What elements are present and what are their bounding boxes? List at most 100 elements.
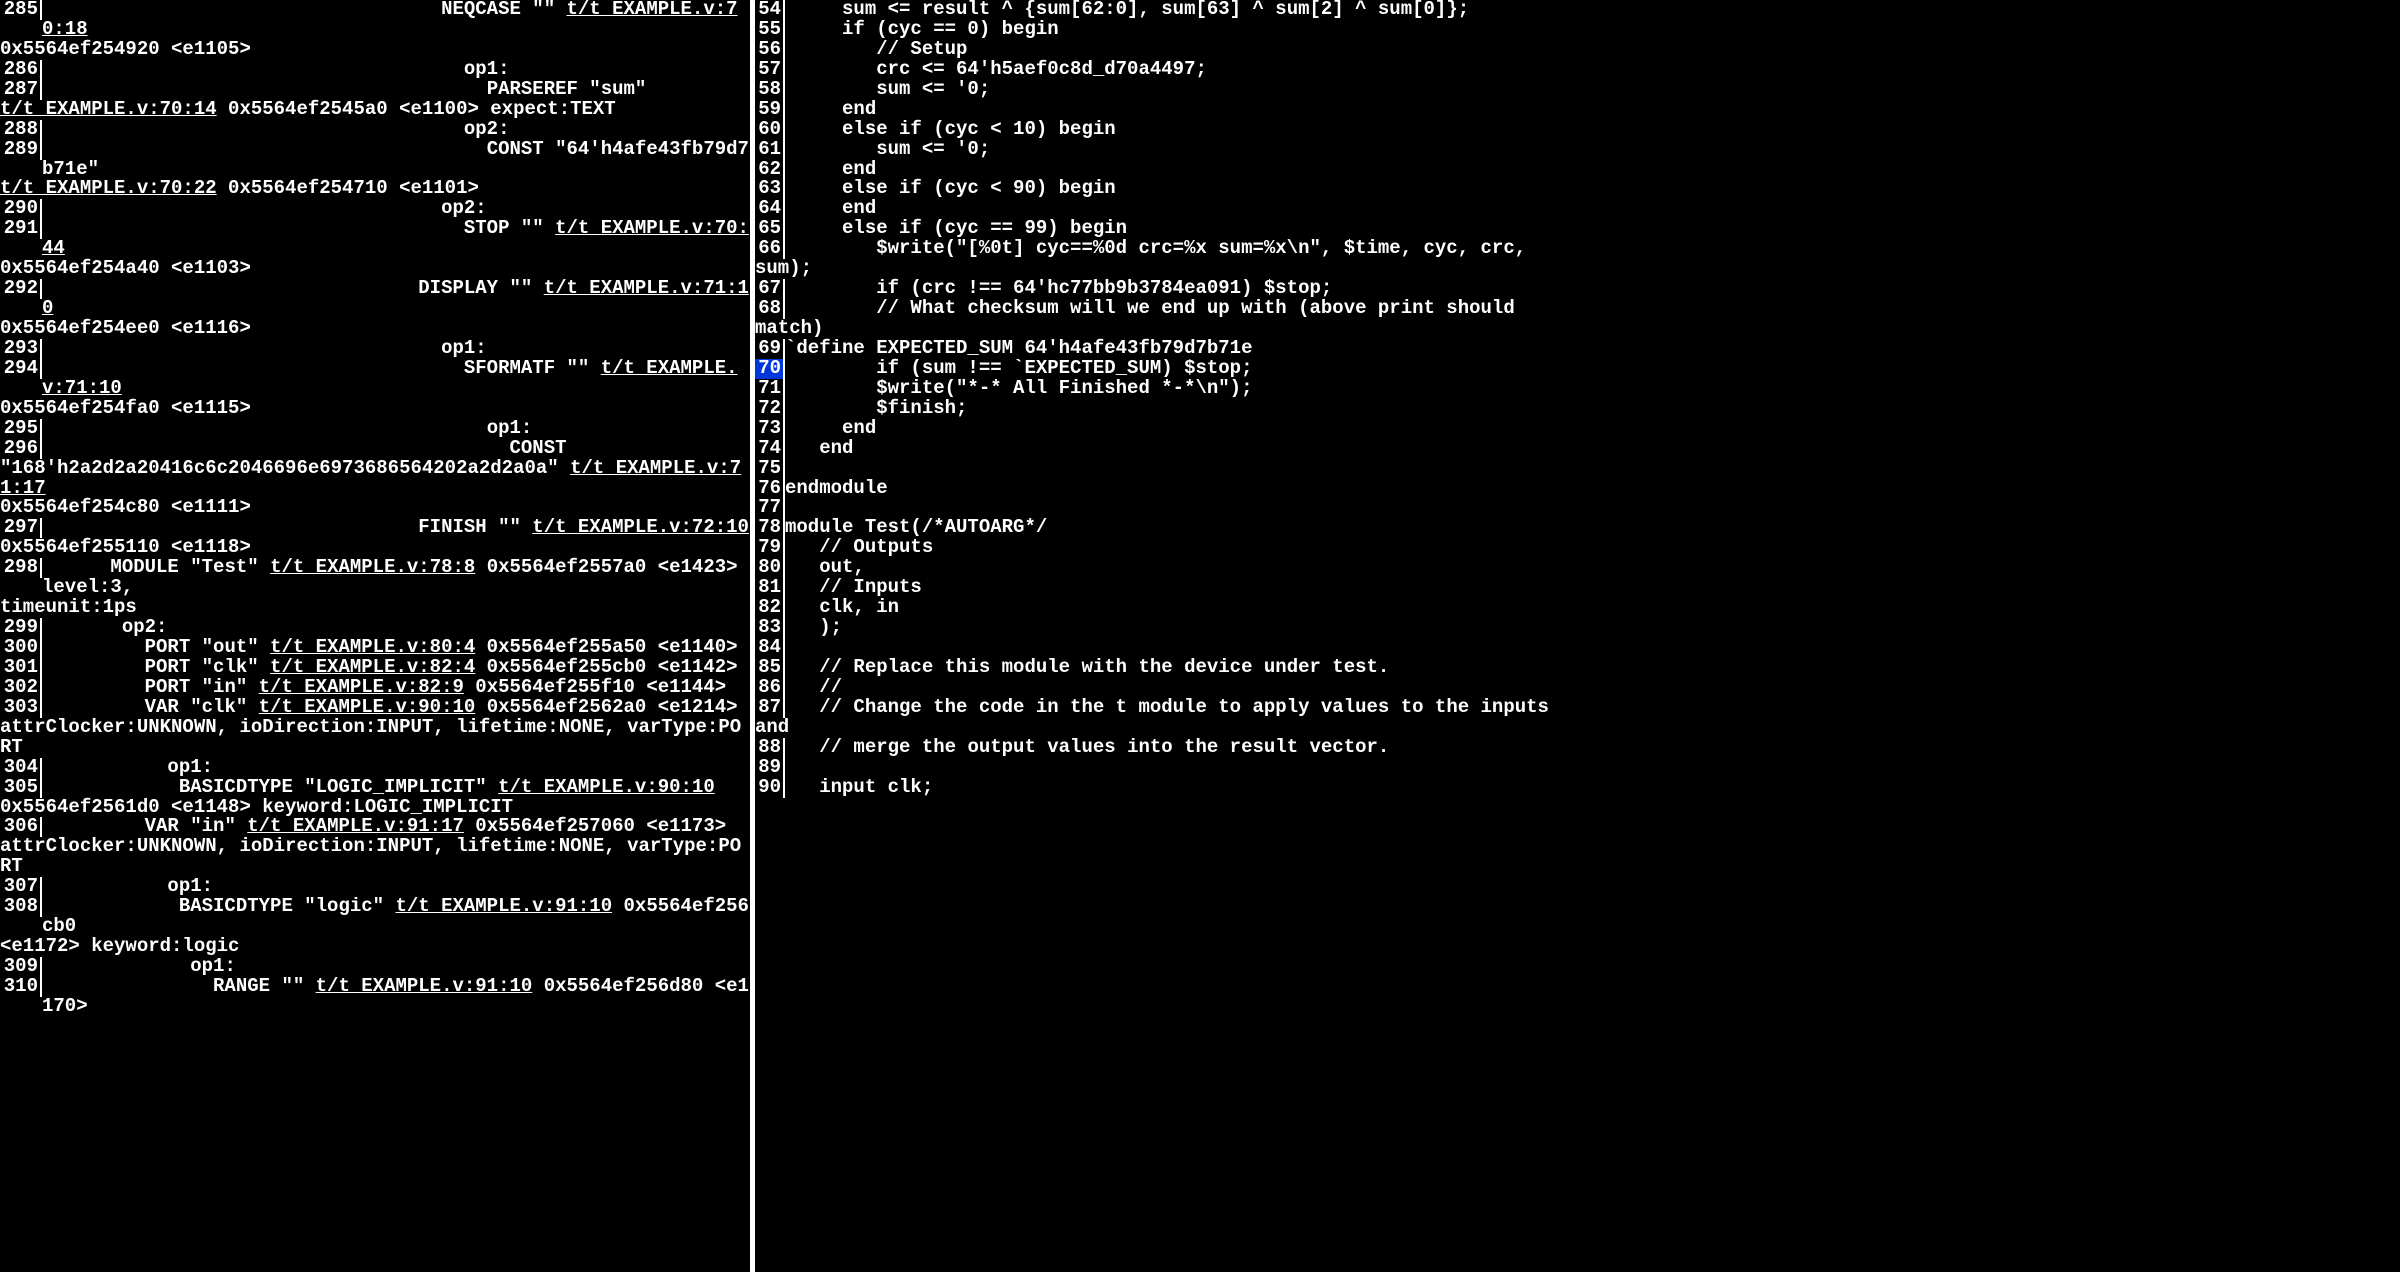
code-line[interactable]: 297 FINISH "" t/t_EXAMPLE.v:72:10 — [0, 518, 750, 538]
code-line[interactable]: 303 VAR "clk" t/t_EXAMPLE.v:90:10 0x5564… — [0, 698, 750, 718]
line-number: 62 — [755, 160, 785, 180]
line-number: 294 — [0, 359, 42, 379]
code-line[interactable]: 79 // Outputs — [755, 538, 2400, 558]
code-line[interactable]: 85 // Replace this module with the devic… — [755, 658, 2400, 678]
code-line[interactable]: 0x5564ef255110 <e1118> — [0, 538, 750, 558]
code-line[interactable]: t/t_EXAMPLE.v:70:14 0x5564ef2545a0 <e110… — [0, 100, 750, 120]
line-content: STOP "" t/t_EXAMPLE.v:70:44 — [42, 219, 750, 259]
code-line[interactable]: 60 else if (cyc < 10) begin — [755, 120, 2400, 140]
code-line[interactable]: 56 // Setup — [755, 40, 2400, 60]
code-line[interactable]: 77 — [755, 498, 2400, 518]
code-line[interactable]: 310 RANGE "" t/t_EXAMPLE.v:91:10 0x5564e… — [0, 977, 750, 1017]
line-number: 85 — [755, 658, 785, 678]
code-line[interactable]: 289 CONST "64'h4afe43fb79d7b71e" — [0, 140, 750, 180]
code-line[interactable]: 58 sum <= '0; — [755, 80, 2400, 100]
code-line[interactable]: "168'h2a2d2a20416c6c2046696e697368656420… — [0, 459, 750, 499]
code-line[interactable]: 62 end — [755, 160, 2400, 180]
code-line[interactable]: 72 $finish; — [755, 399, 2400, 419]
code-line[interactable]: 288 op2: — [0, 120, 750, 140]
code-line[interactable]: 295 op1: — [0, 419, 750, 439]
code-line[interactable]: 86 // — [755, 678, 2400, 698]
code-line[interactable]: 83 ); — [755, 618, 2400, 638]
code-line[interactable]: 69`define EXPECTED_SUM 64'h4afe43fb79d7b… — [755, 339, 2400, 359]
code-line[interactable]: 304 op1: — [0, 758, 750, 778]
code-line[interactable]: 59 end — [755, 100, 2400, 120]
code-line[interactable]: 63 else if (cyc < 90) begin — [755, 179, 2400, 199]
code-line[interactable]: 287 PARSEREF "sum" — [0, 80, 750, 100]
line-number: 303 — [0, 698, 42, 718]
code-line[interactable]: 300 PORT "out" t/t_EXAMPLE.v:80:4 0x5564… — [0, 638, 750, 658]
code-line[interactable]: 80 out, — [755, 558, 2400, 578]
code-line[interactable]: 294 SFORMATF "" t/t_EXAMPLE.v:71:10 — [0, 359, 750, 399]
left-pane[interactable]: 285 NEQCASE "" t/t_EXAMPLE.v:70:180x5564… — [0, 0, 755, 1272]
code-line[interactable]: 298 MODULE "Test" t/t_EXAMPLE.v:78:8 0x5… — [0, 558, 750, 598]
code-line[interactable]: 292 DISPLAY "" t/t_EXAMPLE.v:71:10 — [0, 279, 750, 319]
code-line[interactable]: 296 CONST — [0, 439, 750, 459]
code-line[interactable]: 88 // merge the output values into the r… — [755, 738, 2400, 758]
code-line[interactable]: timeunit:1ps — [0, 598, 750, 618]
line-content: if (crc !== 64'hc77bb9b3784ea091) $stop; — [785, 279, 1332, 299]
code-line[interactable]: 54 sum <= result ^ {sum[62:0], sum[63] ^… — [755, 0, 2400, 20]
code-line[interactable]: 291 STOP "" t/t_EXAMPLE.v:70:44 — [0, 219, 750, 259]
code-line[interactable]: 286 op1: — [0, 60, 750, 80]
line-number: 285 — [0, 0, 42, 20]
code-line[interactable]: 82 clk, in — [755, 598, 2400, 618]
code-line[interactable]: 76endmodule — [755, 479, 2400, 499]
code-line[interactable]: 305 BASICDTYPE "LOGIC_IMPLICIT" t/t_EXAM… — [0, 778, 750, 798]
code-line[interactable]: 75 — [755, 459, 2400, 479]
code-line[interactable]: sum); — [755, 259, 2400, 279]
code-line[interactable]: 65 else if (cyc == 99) begin — [755, 219, 2400, 239]
code-line[interactable]: 0x5564ef254fa0 <e1115> — [0, 399, 750, 419]
code-line[interactable]: 307 op1: — [0, 877, 750, 897]
code-line[interactable]: 84 — [755, 638, 2400, 658]
code-line[interactable]: match) — [755, 319, 2400, 339]
code-line[interactable]: 87 // Change the code in the t module to… — [755, 698, 2400, 718]
code-line[interactable]: 0x5564ef254a40 <e1103> — [0, 259, 750, 279]
code-line[interactable]: 61 sum <= '0; — [755, 140, 2400, 160]
code-line[interactable]: 0x5564ef2561d0 <e1148> keyword:LOGIC_IMP… — [0, 798, 750, 818]
code-line[interactable]: 293 op1: — [0, 339, 750, 359]
code-line[interactable]: 66 $write("[%0t] cyc==%0d crc=%x sum=%x\… — [755, 239, 2400, 259]
line-number: 306 — [0, 817, 42, 837]
code-line[interactable]: 301 PORT "clk" t/t_EXAMPLE.v:82:4 0x5564… — [0, 658, 750, 678]
code-line[interactable]: 78module Test(/*AUTOARG*/ — [755, 518, 2400, 538]
code-line[interactable]: 0x5564ef254920 <e1105> — [0, 40, 750, 60]
code-line[interactable]: attrClocker:UNKNOWN, ioDirection:INPUT, … — [0, 718, 750, 758]
right-pane[interactable]: 54 sum <= result ^ {sum[62:0], sum[63] ^… — [755, 0, 2400, 1272]
line-number: 299 — [0, 618, 42, 638]
line-number: 67 — [755, 279, 785, 299]
code-line[interactable]: 285 NEQCASE "" t/t_EXAMPLE.v:70:18 — [0, 0, 750, 40]
code-line[interactable]: 74 end — [755, 439, 2400, 459]
code-line[interactable]: <e1172> keyword:logic — [0, 937, 750, 957]
line-number: 302 — [0, 678, 42, 698]
code-line[interactable]: 299 op2: — [0, 618, 750, 638]
code-line[interactable]: 306 VAR "in" t/t_EXAMPLE.v:91:17 0x5564e… — [0, 817, 750, 837]
code-line[interactable]: 309 op1: — [0, 957, 750, 977]
line-content: PARSEREF "sum" — [42, 80, 646, 100]
code-line[interactable]: 308 BASICDTYPE "logic" t/t_EXAMPLE.v:91:… — [0, 897, 750, 937]
code-line[interactable]: 55 if (cyc == 0) begin — [755, 20, 2400, 40]
line-content: input clk; — [785, 778, 933, 798]
code-line[interactable]: 67 if (crc !== 64'hc77bb9b3784ea091) $st… — [755, 279, 2400, 299]
code-line[interactable]: 89 — [755, 758, 2400, 778]
line-content-wrap: 0x5564ef2561d0 <e1148> keyword:LOGIC_IMP… — [0, 798, 513, 818]
code-line[interactable]: t/t_EXAMPLE.v:70:22 0x5564ef254710 <e110… — [0, 179, 750, 199]
code-line[interactable]: attrClocker:UNKNOWN, ioDirection:INPUT, … — [0, 837, 750, 877]
code-line[interactable]: 0x5564ef254c80 <e1111> — [0, 498, 750, 518]
code-line[interactable]: 70 if (sum !== `EXPECTED_SUM) $stop; — [755, 359, 2400, 379]
code-line[interactable]: 302 PORT "in" t/t_EXAMPLE.v:82:9 0x5564e… — [0, 678, 750, 698]
code-line[interactable]: 64 end — [755, 199, 2400, 219]
code-line[interactable]: 57 crc <= 64'h5aef0c8d_d70a4497; — [755, 60, 2400, 80]
code-line[interactable]: 68 // What checksum will we end up with … — [755, 299, 2400, 319]
code-line[interactable]: 71 $write("*-* All Finished *-*\n"); — [755, 379, 2400, 399]
line-content: ); — [785, 618, 842, 638]
line-number: 60 — [755, 120, 785, 140]
code-line[interactable]: 73 end — [755, 419, 2400, 439]
code-line[interactable]: 90 input clk; — [755, 778, 2400, 798]
code-line[interactable]: and — [755, 718, 2400, 738]
line-content: CONST — [42, 439, 567, 459]
code-line[interactable]: 0x5564ef254ee0 <e1116> — [0, 319, 750, 339]
code-line[interactable]: 81 // Inputs — [755, 578, 2400, 598]
code-line[interactable]: 290 op2: — [0, 199, 750, 219]
line-content-wrap: 0x5564ef254fa0 <e1115> — [0, 399, 251, 419]
